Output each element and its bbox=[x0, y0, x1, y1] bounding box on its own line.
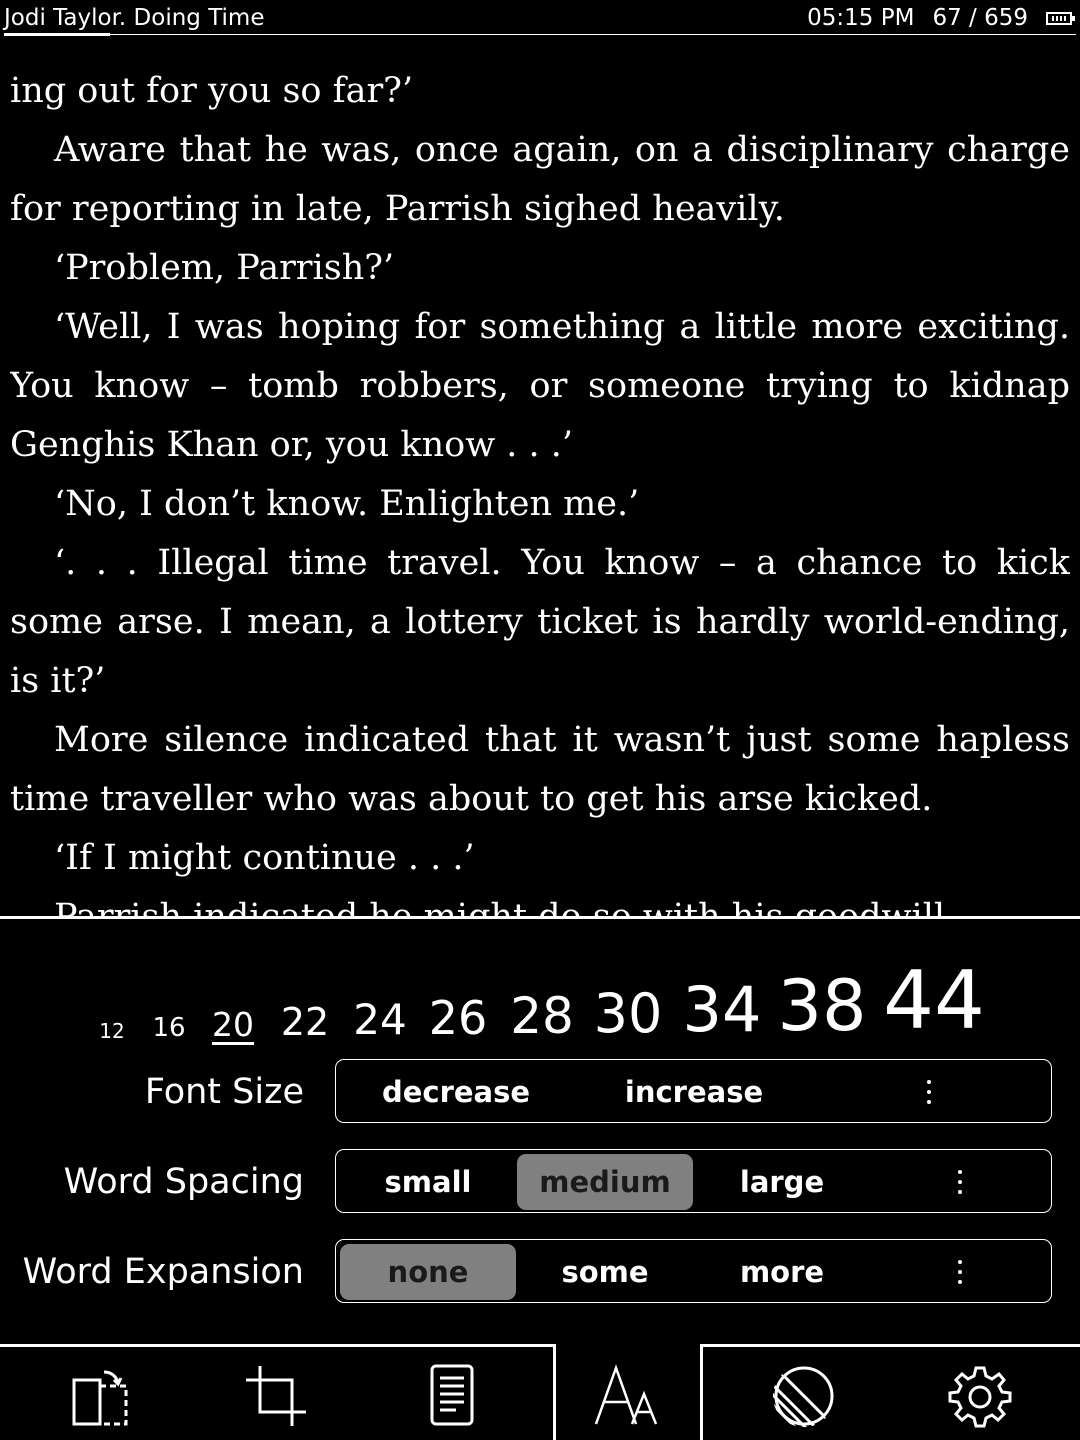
word-expansion-none-button[interactable]: none bbox=[340, 1244, 516, 1300]
clock: 05:15 PM bbox=[807, 5, 915, 31]
font-size-label: Font Size bbox=[144, 1072, 304, 1112]
word-expansion-some-button[interactable]: some bbox=[517, 1244, 693, 1300]
word-spacing-medium-button[interactable]: medium bbox=[517, 1154, 693, 1210]
contrast-icon[interactable] bbox=[768, 1360, 840, 1432]
status-header: Jodi Taylor. Doing Time 05:15 PM 67 / 65… bbox=[0, 0, 1080, 36]
font-size-row: Font Size decrease increase bbox=[0, 1059, 1080, 1125]
font-size-option-38[interactable]: 38 bbox=[777, 971, 866, 1041]
book-paragraph: ‘. . . Illegal time travel. You know – a… bbox=[10, 543, 1070, 701]
font-size-decrease-button[interactable]: decrease bbox=[366, 1064, 546, 1120]
toolbar-tab-edge-right bbox=[700, 1344, 703, 1440]
book-title[interactable]: Jodi Taylor. Doing Time bbox=[4, 5, 264, 31]
word-spacing-small-button[interactable]: small bbox=[340, 1154, 516, 1210]
font-size-increase-button[interactable]: increase bbox=[604, 1064, 784, 1120]
panel-divider bbox=[0, 916, 1080, 919]
book-paragraph: ‘No, I don’t know. Enlighten me.’ bbox=[54, 484, 640, 524]
book-text[interactable]: ing out for you so far?’ Aware that he wa… bbox=[10, 62, 1070, 916]
font-icon[interactable] bbox=[592, 1360, 664, 1432]
font-size-option-24[interactable]: 24 bbox=[353, 999, 406, 1041]
toolbar-border-left bbox=[0, 1344, 556, 1347]
page-rotate-icon[interactable] bbox=[64, 1360, 136, 1432]
font-size-option-34[interactable]: 34 bbox=[683, 979, 762, 1041]
font-size-option-16[interactable]: 16 bbox=[152, 1015, 185, 1041]
font-size-option-44[interactable]: 44 bbox=[883, 961, 985, 1041]
more-vertical-icon[interactable] bbox=[945, 1154, 975, 1210]
book-paragraph: Parrish indicated he might do so with hi… bbox=[10, 888, 1070, 916]
toolbar-border-right bbox=[700, 1344, 1080, 1347]
battery-icon bbox=[1046, 11, 1075, 25]
font-size-option-12[interactable]: 12 bbox=[99, 1021, 124, 1041]
font-size-scale: 12 16 20 22 24 26 28 30 34 38 44 bbox=[0, 958, 1080, 1053]
document-icon[interactable] bbox=[416, 1360, 488, 1432]
word-expansion-controls: none some more bbox=[335, 1239, 1052, 1303]
font-size-option-20[interactable]: 20 bbox=[212, 1008, 254, 1045]
word-spacing-label: Word Spacing bbox=[63, 1162, 304, 1202]
toolbar-tab-edge-left bbox=[553, 1344, 556, 1440]
word-spacing-row: Word Spacing small medium large bbox=[0, 1149, 1080, 1215]
page-counter[interactable]: 67 / 659 bbox=[932, 5, 1028, 31]
crop-icon[interactable] bbox=[240, 1360, 312, 1432]
font-size-option-26[interactable]: 26 bbox=[429, 995, 488, 1041]
font-size-option-22[interactable]: 22 bbox=[281, 1003, 329, 1041]
more-vertical-icon[interactable] bbox=[945, 1244, 975, 1300]
progress-fill bbox=[4, 33, 110, 36]
font-size-controls: decrease increase bbox=[335, 1059, 1052, 1123]
book-paragraph: ‘Well, I was hoping for something a litt… bbox=[10, 307, 1070, 465]
book-paragraph: ing out for you so far?’ bbox=[10, 71, 414, 111]
book-paragraph: More silence indicated that it wasn’t ju… bbox=[10, 720, 1070, 819]
font-size-option-28[interactable]: 28 bbox=[510, 991, 574, 1041]
progress-track bbox=[4, 34, 1076, 35]
word-expansion-label: Word Expansion bbox=[22, 1252, 304, 1292]
word-expansion-more-button[interactable]: more bbox=[694, 1244, 870, 1300]
font-size-option-30[interactable]: 30 bbox=[594, 987, 663, 1041]
word-expansion-row: Word Expansion none some more bbox=[0, 1239, 1080, 1305]
book-paragraph: ‘Problem, Parrish?’ bbox=[54, 248, 395, 288]
word-spacing-large-button[interactable]: large bbox=[694, 1154, 870, 1210]
bottom-toolbar bbox=[0, 1344, 1080, 1440]
more-vertical-icon[interactable] bbox=[914, 1064, 944, 1120]
settings-gear-icon[interactable] bbox=[944, 1360, 1016, 1432]
word-spacing-controls: small medium large bbox=[335, 1149, 1052, 1213]
book-paragraph: Aware that he was, once again, on a disc… bbox=[10, 130, 1070, 229]
book-paragraph: ‘If I might continue . . .’ bbox=[54, 838, 475, 878]
